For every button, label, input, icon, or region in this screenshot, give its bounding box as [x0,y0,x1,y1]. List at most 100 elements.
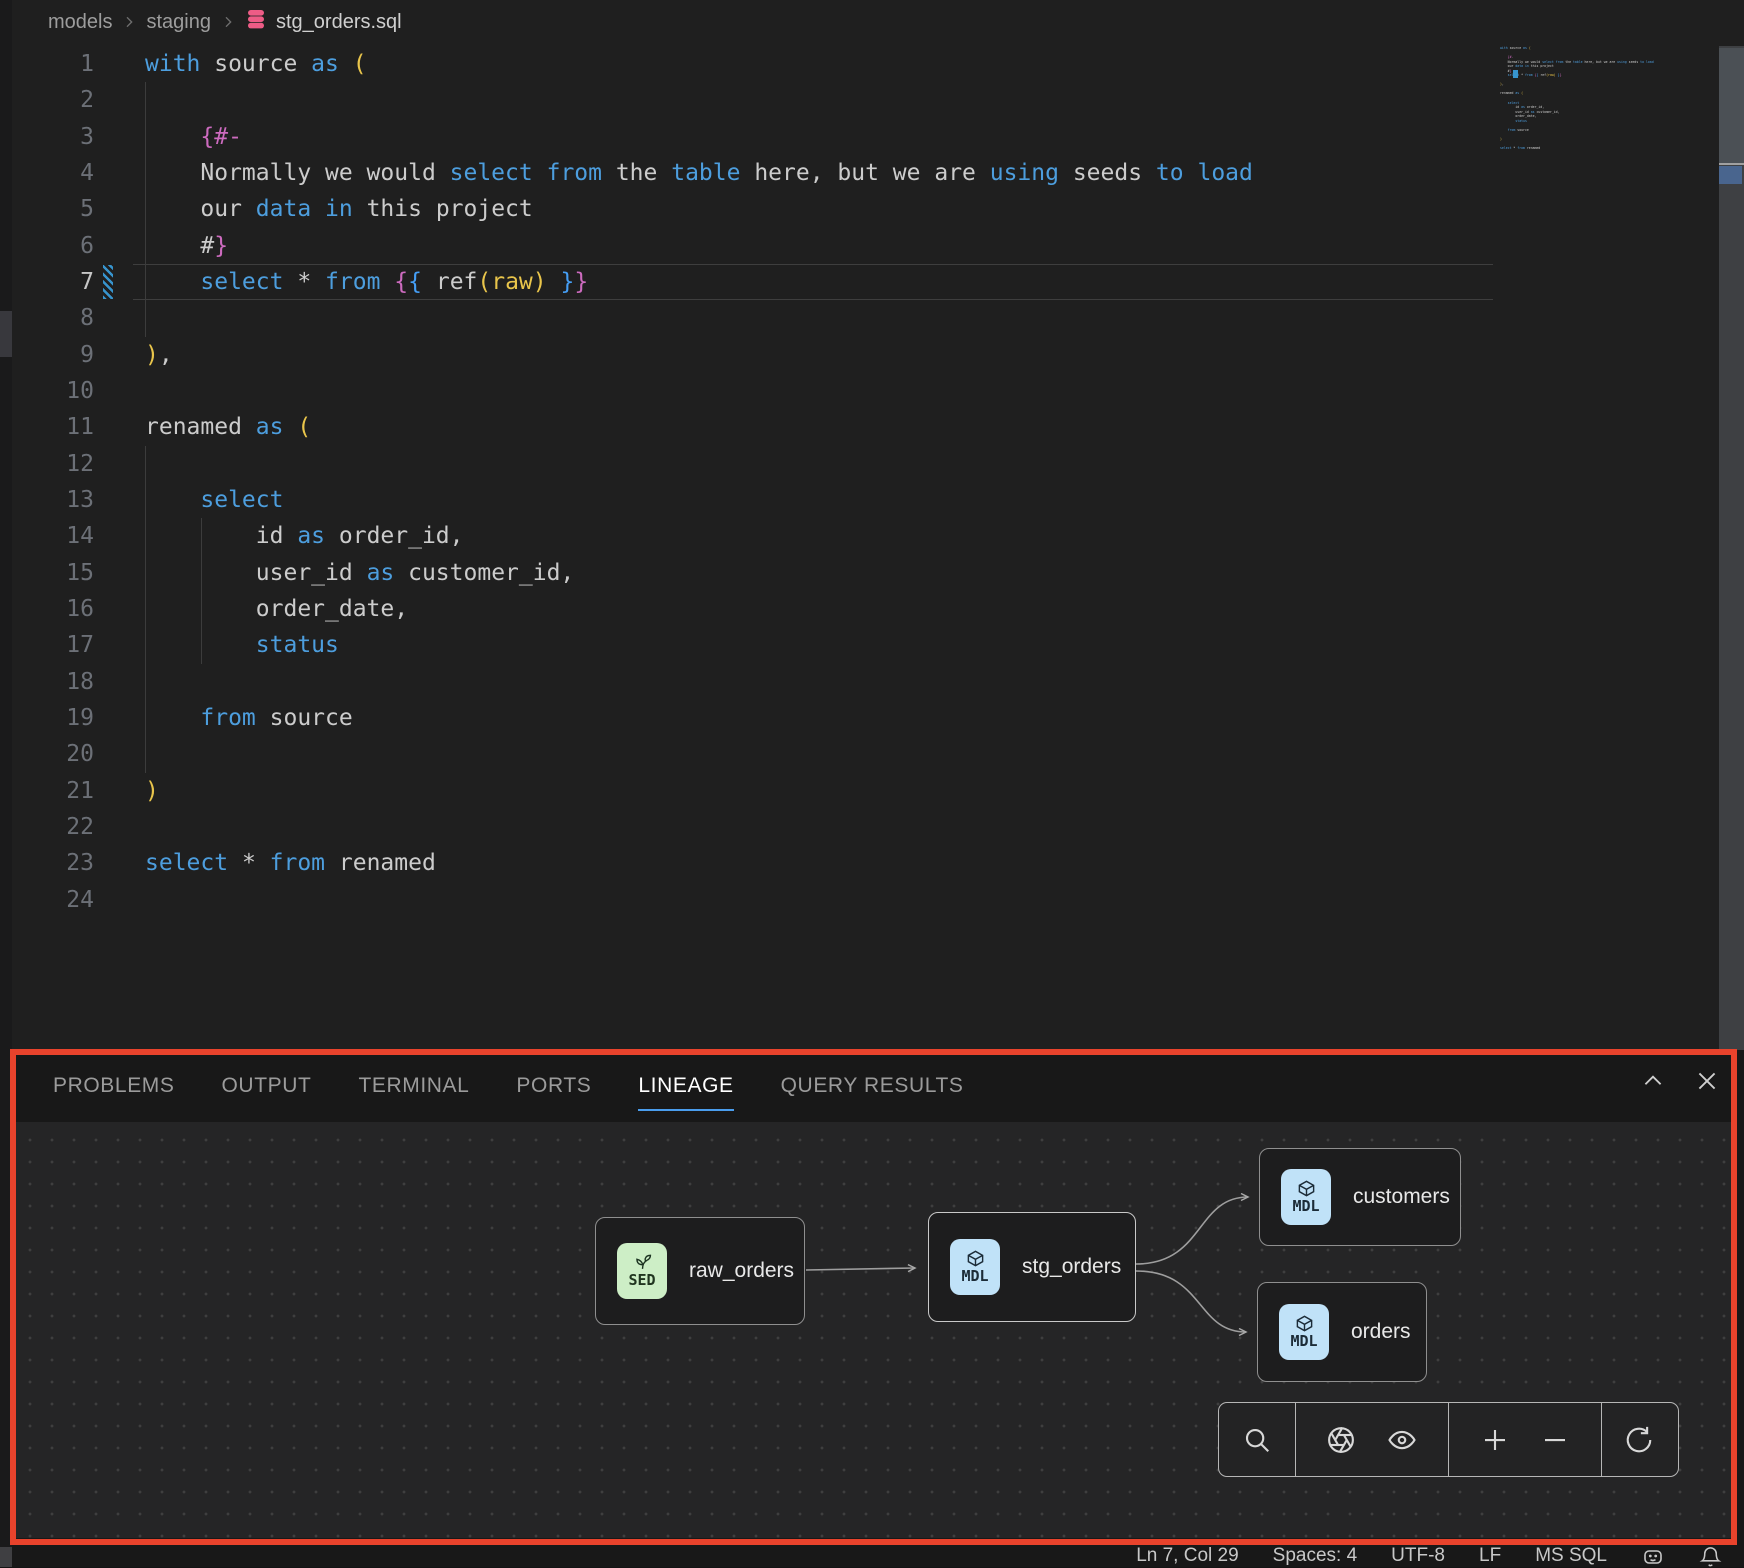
code-token: id [145,523,297,549]
tab-terminal[interactable]: TERMINAL [358,1074,469,1098]
code-text: #} [145,228,228,264]
breadcrumb-item-models[interactable]: models [48,11,112,34]
code-token: {#- [145,124,242,150]
code-token [283,414,297,440]
minimap[interactable]: with source as ( {#- Normally we would s… [1500,46,1705,155]
code-line-3[interactable]: 3 {#- [12,119,1744,155]
code-line-10[interactable]: 10 [12,373,1744,409]
aperture-icon[interactable] [1326,1425,1356,1455]
eye-icon[interactable] [1386,1425,1418,1455]
code-line-6[interactable]: 6 #} [12,228,1744,264]
line-number: 14 [12,518,94,554]
code-line-22[interactable]: 22 [12,809,1744,845]
code-token: table [671,160,740,186]
code-text: Normally we would select from the table … [145,155,1253,191]
line-number: 4 [12,155,94,191]
encoding[interactable]: UTF-8 [1391,1545,1445,1567]
code-token: ) [145,778,159,804]
left-drag-handle[interactable] [0,311,12,357]
code-token: ) [145,342,159,368]
code-line-1[interactable]: 1with source as ( [12,46,1744,82]
code-line-16[interactable]: 16 order_date, [12,591,1744,627]
tab-problems[interactable]: PROBLEMS [53,1074,175,1098]
code-token: } [574,269,588,295]
code-line-11[interactable]: 11renamed as ( [12,409,1744,445]
line-number: 15 [12,555,94,591]
line-number: 2 [12,82,94,118]
code-token: ref [422,269,477,295]
code-token: the [602,160,671,186]
language-mode[interactable]: MS SQL [1535,1545,1607,1567]
zoom-out-icon[interactable] [1540,1425,1570,1455]
code-line-15[interactable]: 15 user_id as customer_id, [12,555,1744,591]
indentation-setting[interactable]: Spaces: 4 [1273,1545,1358,1567]
overview-ruler-line [1719,163,1744,165]
code-token: ( [353,51,367,77]
code-text: select * from renamed [145,845,436,881]
code-token: as [297,523,325,549]
cursor-position[interactable]: Ln 7, Col 29 [1136,1545,1238,1567]
code-line-4[interactable]: 4 Normally we would select from the tabl… [12,155,1744,191]
chevron-up-icon[interactable] [1640,1068,1666,1094]
eol-setting[interactable]: LF [1479,1545,1501,1567]
lineage-node-stg-orders[interactable]: MDL stg_orders [928,1212,1136,1322]
gutter [94,700,145,736]
lineage-node-raw-orders[interactable]: SED raw_orders [595,1217,805,1325]
close-panel-icon[interactable] [1694,1068,1720,1094]
refresh-icon[interactable] [1624,1425,1654,1455]
copilot-icon[interactable] [1641,1544,1665,1568]
lineage-toolbar [1218,1402,1679,1477]
line-number: 6 [12,228,94,264]
indent-guide [201,518,202,664]
code-token: source [256,705,353,731]
chevron-right-icon [220,14,236,30]
code-line-20[interactable]: 20 [12,736,1744,772]
code-line-17[interactable]: 17 status [12,627,1744,663]
line-number: 24 [12,882,94,918]
breadcrumb-item-staging[interactable]: staging [146,11,211,34]
bell-icon[interactable] [1699,1545,1722,1568]
search-icon[interactable] [1242,1425,1272,1455]
editor-scrollbar[interactable] [1719,46,1744,1050]
line-number: 12 [12,446,94,482]
code-line-18[interactable]: 18 [12,664,1744,700]
code-editor[interactable]: 1with source as (23 {#-4 Normally we wou… [12,44,1744,1050]
lineage-canvas[interactable]: SED raw_orders MDL stg_orders MDL custom… [12,1122,1737,1538]
tab-query-results[interactable]: QUERY RESULTS [781,1074,964,1098]
code-line-8[interactable]: 8 [12,300,1744,336]
code-line-14[interactable]: 14 id as order_id, [12,518,1744,554]
code-line-19[interactable]: 19 from source [12,700,1744,736]
node-label: orders [1351,1320,1411,1344]
lineage-node-customers[interactable]: MDL customers [1259,1148,1461,1246]
gutter [94,882,145,918]
line-number: 18 [12,664,94,700]
code-line-13[interactable]: 13 select [12,482,1744,518]
code-text: user_id as customer_id, [145,555,574,591]
code-line-12[interactable]: 12 [12,446,1744,482]
code-line-23[interactable]: 23select * from renamed [12,845,1744,881]
code-line-21[interactable]: 21) [12,773,1744,809]
model-badge: MDL [1281,1169,1331,1225]
gutter [94,773,145,809]
code-line-9[interactable]: 9), [12,337,1744,373]
code-text: renamed as ( [145,409,311,445]
tab-lineage[interactable]: LINEAGE [638,1074,733,1098]
code-token: to [1156,160,1184,186]
code-line-5[interactable]: 5 our data in this project [12,191,1744,227]
scrollbar-thumb[interactable] [1719,48,1744,163]
zoom-in-icon[interactable] [1480,1425,1510,1455]
tab-ports[interactable]: PORTS [516,1074,591,1098]
gutter [94,373,145,409]
code-line-2[interactable]: 2 [12,82,1744,118]
code-token: select [145,850,228,876]
code-token: select [145,487,283,513]
code-line-7[interactable]: 7 select * from {{ ref(raw) }} [12,264,1744,300]
code-token: with [145,51,200,77]
code-line-24[interactable]: 24 [12,882,1744,918]
breadcrumb-file-name[interactable]: stg_orders.sql [276,11,402,34]
lineage-node-orders[interactable]: MDL orders [1257,1282,1427,1382]
code-token: from [145,705,256,731]
code-token: customer_id, [394,560,574,586]
tab-output[interactable]: OUTPUT [222,1074,312,1098]
gutter [94,446,145,482]
